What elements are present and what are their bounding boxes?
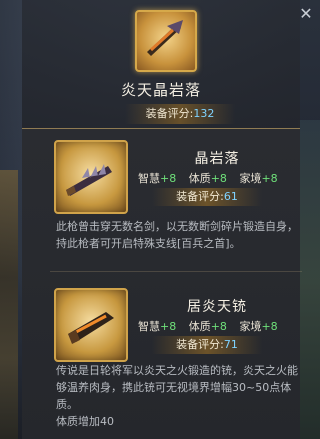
stat-constitution: 体质+8 — [188, 320, 227, 333]
item-score-label: 装备评分: — [176, 338, 224, 351]
header-score-value: 132 — [193, 107, 215, 120]
header-score-label: 装备评分: — [145, 107, 194, 120]
item-score-label: 装备评分: — [176, 190, 224, 203]
stat-family: 家境+8 — [239, 320, 278, 333]
weapon-set-icon-art — [147, 20, 183, 56]
item-score-value: 71 — [223, 338, 238, 351]
combined-item-header: 炎天晶岩落 装备评分:132 — [22, 0, 300, 128]
item-score: 装备评分:61 — [152, 188, 262, 206]
item-name: 晶岩落 — [194, 151, 240, 167]
fire-gun-icon — [54, 288, 128, 362]
item-score-value: 61 — [223, 190, 238, 203]
stat-wisdom: 智慧+8 — [138, 320, 177, 333]
item-description: 此枪曾击穿无数名剑，以无数断剑碎片锻造自身，持此枪者可开启特殊支线[百兵之首]。 — [56, 220, 298, 250]
item-divider — [50, 271, 302, 272]
fire-gun-art — [68, 312, 114, 344]
spiked-sword-art — [66, 164, 112, 196]
item-name: 居炎天铳 — [187, 299, 247, 315]
item-stats: 智慧+8 体质+8 家境+8 — [138, 318, 308, 334]
spiked-sword-icon — [54, 140, 128, 214]
item-description: 传说是日轮将军以炎天之火锻造的铳，炎天之火能够温养肉身，携此铳可无视境界增幅30… — [56, 364, 298, 411]
stat-wisdom: 智慧+8 — [138, 172, 177, 185]
header-score: 装备评分:132 — [125, 104, 235, 124]
item-extra-effect: 体质增加40 — [56, 415, 114, 428]
background-inventory-strip — [0, 170, 18, 439]
header-title: 炎天晶岩落 — [120, 81, 201, 99]
panel-edge — [22, 128, 300, 129]
stat-family: 家境+8 — [239, 172, 278, 185]
weapon-set-icon — [135, 10, 197, 72]
item-stats: 智慧+8 体质+8 家境+8 — [138, 170, 308, 186]
item-detail-panel: 晶岩落 智慧+8 体质+8 家境+8 装备评分:61 此枪曾击穿无数名剑，以无数… — [22, 128, 302, 439]
item-score: 装备评分:71 — [152, 336, 262, 354]
stat-constitution: 体质+8 — [188, 172, 227, 185]
